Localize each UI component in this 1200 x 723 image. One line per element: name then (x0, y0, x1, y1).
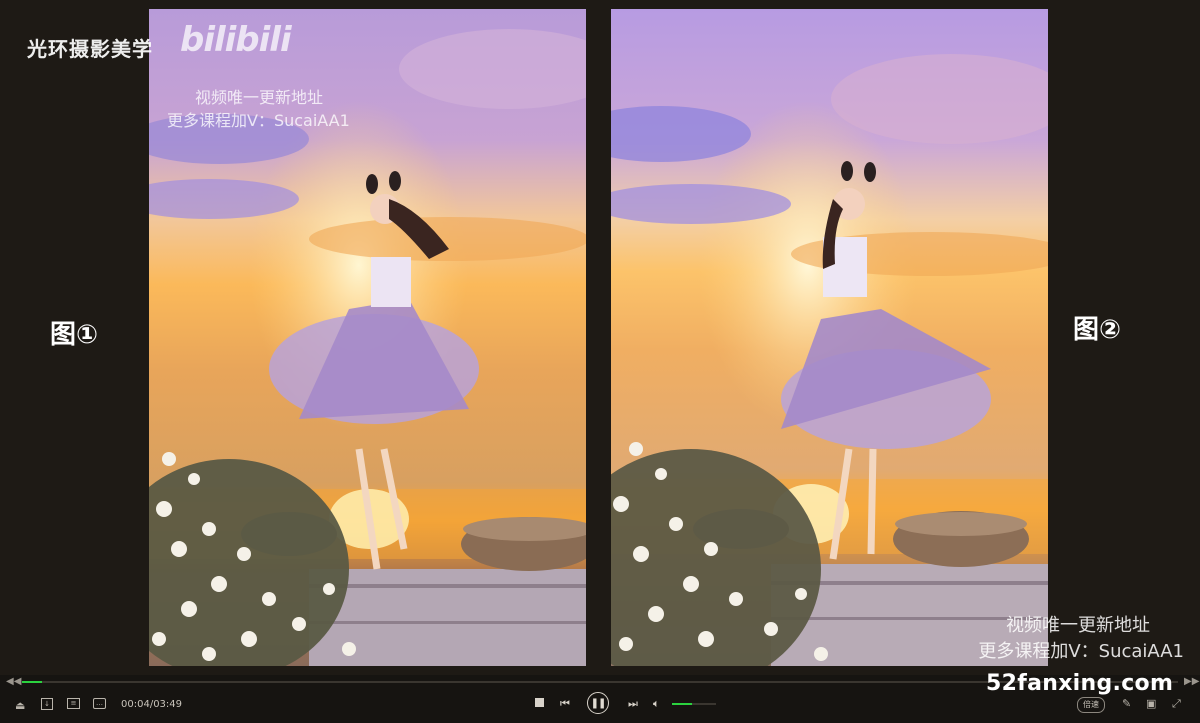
watermark-bottom-line1: 视频唯一更新地址 (1006, 615, 1150, 636)
next-icon[interactable]: ⏭ (628, 697, 638, 711)
bilibili-logo: bilibili (180, 20, 292, 60)
stop-icon[interactable] (535, 698, 544, 707)
watermark-top: 视频唯一更新地址 更多课程加V：SucaiAA1 (167, 86, 350, 132)
subtitle-icon[interactable]: ≡ (67, 698, 80, 709)
picture-in-picture-icon[interactable]: ▣ (1146, 697, 1156, 711)
progress-fill (22, 681, 42, 683)
eject-icon[interactable]: ⏏ (15, 699, 25, 713)
figure-label-2: 图② (1073, 315, 1122, 345)
danmaku-icon[interactable]: … (93, 698, 106, 709)
seek-back-icon[interactable]: ◀◀ (6, 675, 21, 689)
fullscreen-icon[interactable]: ⤢ (1172, 697, 1181, 711)
volume-icon[interactable]: 🔈︎ (653, 697, 660, 711)
seek-forward-icon[interactable]: ▶▶ (1184, 675, 1199, 689)
speed-button[interactable]: 倍速 (1077, 697, 1105, 713)
channel-name: 光环摄影美学 (27, 37, 153, 61)
brush-icon[interactable]: ✎ (1122, 697, 1131, 711)
pause-icon[interactable]: ❚❚ (587, 692, 609, 714)
photo-right (611, 9, 1048, 666)
volume-slider[interactable] (672, 703, 716, 705)
sunset-dancer-photo-2 (611, 9, 1048, 666)
watermark-top-line2: 更多课程加V：SucaiAA1 (167, 111, 350, 130)
video-frame[interactable]: 光环摄影美学 bilibili 视频唯一更新地址 更多课程加V：SucaiAA1… (0, 0, 1200, 675)
watermark-bottom-line2: 更多课程加V：SucaiAA1 (978, 641, 1184, 662)
watermark-bottom: 视频唯一更新地址 更多课程加V：SucaiAA1 (978, 613, 1184, 665)
previous-icon[interactable]: ⏮ (560, 697, 570, 711)
volume-fill (672, 703, 692, 705)
time-display: 00:04/03:49 (121, 699, 183, 710)
screenshot-icon[interactable]: ↓ (41, 698, 53, 710)
figure-label-1: 图① (50, 320, 99, 350)
watermark-top-line1: 视频唯一更新地址 (195, 88, 324, 107)
site-watermark: 52fanxing.com (986, 671, 1174, 696)
